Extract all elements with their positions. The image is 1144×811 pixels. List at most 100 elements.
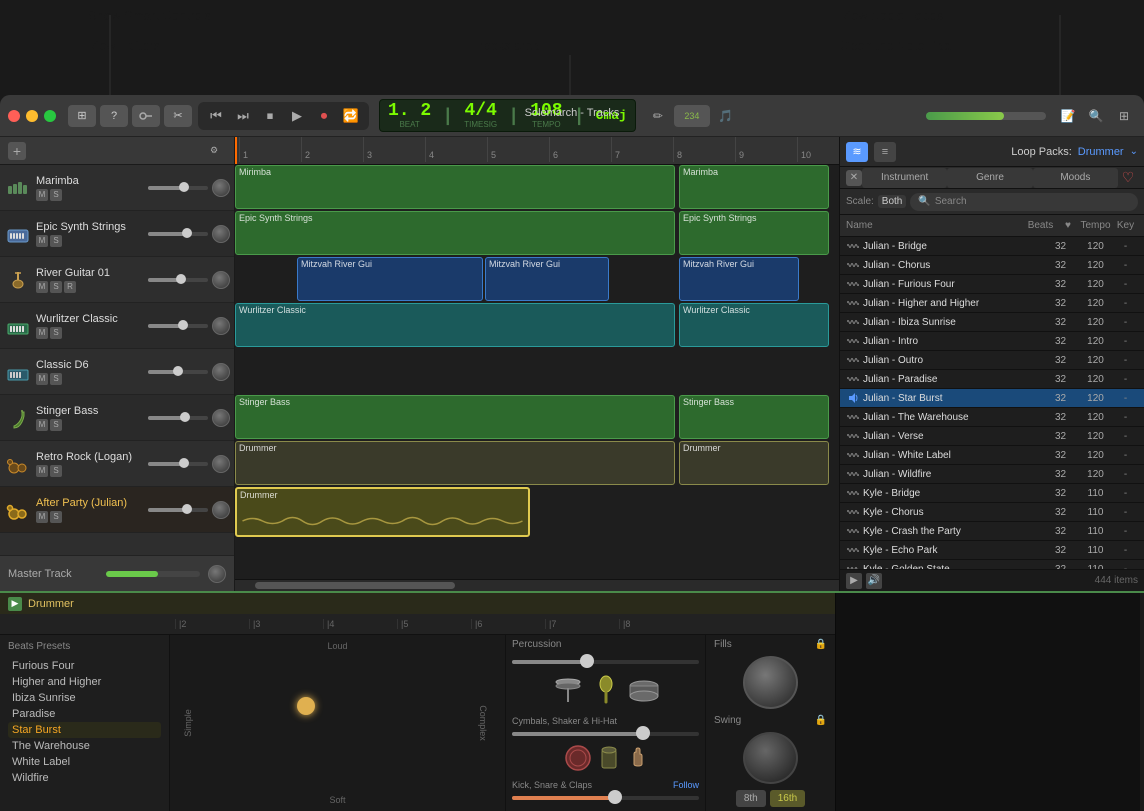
smart-controls-button[interactable]: [132, 105, 160, 127]
track-item[interactable]: Classic D6 M S: [0, 349, 234, 395]
region-marimba-2[interactable]: Marimba: [679, 165, 829, 209]
tracks-options-button[interactable]: ⚙: [202, 140, 226, 162]
track-volume-slider[interactable]: [148, 508, 208, 512]
track-pan-knob[interactable]: [212, 501, 230, 519]
percussion-thumb[interactable]: [580, 654, 594, 668]
region-guitar-2[interactable]: Mitzvah River Gui: [485, 257, 609, 301]
note-16th-button[interactable]: 16th: [770, 790, 805, 807]
loop-item[interactable]: Julian - Outro32120-: [840, 351, 1144, 370]
drummer-complexity-dot[interactable]: [297, 697, 315, 715]
pack-dropdown-arrow[interactable]: ⌄: [1130, 146, 1138, 157]
track-volume-slider[interactable]: [148, 278, 208, 282]
region-bass-1[interactable]: Stinger Bass: [235, 395, 675, 439]
loops-tab-list[interactable]: ≡: [874, 142, 896, 162]
apple-loops-button[interactable]: 🔍: [1084, 105, 1108, 127]
mute-button[interactable]: M: [36, 465, 48, 477]
region-wurlitzer-1[interactable]: Wurlitzer Classic: [235, 303, 675, 347]
minimize-button[interactable]: [26, 110, 38, 122]
maximize-button[interactable]: [44, 110, 56, 122]
track-volume-slider[interactable]: [148, 186, 208, 190]
solo-button[interactable]: S: [50, 419, 62, 431]
cymbals-slider[interactable]: [512, 732, 699, 736]
region-drummer-1[interactable]: Drummer: [235, 441, 675, 485]
track-volume-slider[interactable]: [148, 416, 208, 420]
track-pan-knob[interactable]: [212, 271, 230, 289]
master-track-volume[interactable]: [106, 571, 200, 577]
metronome-button[interactable]: 🎵: [714, 105, 738, 127]
pencil-tool[interactable]: ✏: [646, 105, 670, 127]
mute-button[interactable]: M: [36, 189, 48, 201]
scissors-button[interactable]: ✂: [164, 105, 192, 127]
loop-item[interactable]: Kyle - Golden State32110-: [840, 560, 1144, 569]
solo-button[interactable]: S: [50, 373, 62, 385]
scrollbar-thumb[interactable]: [255, 582, 455, 589]
loop-item[interactable]: Julian - Star Burst32120-: [840, 389, 1144, 408]
loop-item[interactable]: Kyle - Chorus32110-: [840, 503, 1144, 522]
loop-item[interactable]: Julian - Verse32120-: [840, 427, 1144, 446]
preset-furious-four[interactable]: Furious Four: [8, 658, 161, 674]
loop-item[interactable]: Julian - White Label32120-: [840, 446, 1144, 465]
track-pan-knob[interactable]: [212, 409, 230, 427]
loop-item[interactable]: Julian - Chorus32120-: [840, 256, 1144, 275]
region-wurlitzer-2[interactable]: Wurlitzer Classic: [679, 303, 829, 347]
cycle-button[interactable]: 🔁: [339, 105, 363, 127]
search-input[interactable]: 🔍 Search: [910, 193, 1138, 211]
preset-wildfire[interactable]: Wildfire: [8, 770, 161, 786]
track-volume-slider[interactable]: [148, 462, 208, 466]
loop-item[interactable]: Julian - Intro32120-: [840, 332, 1144, 351]
percussion-slider[interactable]: [512, 660, 699, 664]
fills-knob[interactable]: [743, 656, 798, 709]
region-bass-2[interactable]: Stinger Bass: [679, 395, 829, 439]
drummer-toggle-button[interactable]: ▶: [8, 597, 22, 611]
track-item[interactable]: Epic Synth Strings M S: [0, 211, 234, 257]
preset-the-warehouse[interactable]: The Warehouse: [8, 738, 161, 754]
mute-button[interactable]: M: [36, 511, 48, 523]
track-volume-slider[interactable]: [148, 324, 208, 328]
track-pan-knob[interactable]: [212, 225, 230, 243]
library-button[interactable]: ⊞: [68, 105, 96, 127]
preset-higher-higher[interactable]: Higher and Higher: [8, 674, 161, 690]
help-button[interactable]: ?: [100, 105, 128, 127]
region-guitar-1[interactable]: Mitzvah River Gui: [297, 257, 483, 301]
solo-button[interactable]: S: [50, 189, 62, 201]
region-synth-1[interactable]: Epic Synth Strings: [235, 211, 675, 255]
kicks-thumb[interactable]: [608, 790, 622, 804]
play-button[interactable]: ▶: [285, 105, 309, 127]
filter-moods-btn[interactable]: Moods: [1033, 168, 1118, 188]
region-guitar-3[interactable]: Mitzvah River Gui: [679, 257, 799, 301]
record-arm-button[interactable]: R: [64, 281, 76, 293]
track-item[interactable]: River Guitar 01 M S R: [0, 257, 234, 303]
loop-item[interactable]: Julian - The Warehouse32120-: [840, 408, 1144, 427]
scale-select[interactable]: Both: [878, 195, 907, 208]
favorites-button[interactable]: ♡: [1118, 168, 1138, 188]
solo-button[interactable]: S: [50, 465, 62, 477]
master-volume-slider[interactable]: [926, 112, 1046, 120]
solo-button[interactable]: S: [50, 327, 62, 339]
col-beats-header[interactable]: Beats: [1023, 220, 1058, 231]
region-drummer-2[interactable]: Drummer: [679, 441, 829, 485]
loop-item[interactable]: Julian - Bridge32120-: [840, 237, 1144, 256]
skip-back-button[interactable]: ⏹: [258, 105, 282, 127]
loops-tab-waveform[interactable]: ≋: [846, 142, 868, 162]
add-track-button[interactable]: +: [8, 142, 26, 160]
filter-genre-btn[interactable]: Genre: [947, 168, 1032, 188]
solo-button[interactable]: S: [50, 281, 62, 293]
col-name-header[interactable]: Name: [846, 220, 1023, 231]
track-pan-knob[interactable]: [212, 317, 230, 335]
fast-forward-button[interactable]: ⏭: [231, 105, 255, 127]
track-pan-knob[interactable]: [212, 363, 230, 381]
loop-item[interactable]: Kyle - Echo Park32110-: [840, 541, 1144, 560]
region-marimba-1[interactable]: Mirimba: [235, 165, 675, 209]
loop-item[interactable]: Kyle - Bridge32110-: [840, 484, 1144, 503]
smart-controls-right-button[interactable]: ⊞: [1112, 105, 1136, 127]
track-item[interactable]: Marimba M S: [0, 165, 234, 211]
mute-button[interactable]: M: [36, 373, 48, 385]
mute-button[interactable]: M: [36, 327, 48, 339]
footer-volume-button[interactable]: 🔊: [866, 573, 882, 589]
loop-item[interactable]: Julian - Wildfire32120-: [840, 465, 1144, 484]
filter-instrument-btn[interactable]: Instrument: [862, 168, 947, 188]
loop-item[interactable]: Julian - Ibiza Sunrise32120-: [840, 313, 1144, 332]
close-button[interactable]: [8, 110, 20, 122]
track-volume-slider[interactable]: [148, 370, 208, 374]
track-pan-knob[interactable]: [212, 455, 230, 473]
